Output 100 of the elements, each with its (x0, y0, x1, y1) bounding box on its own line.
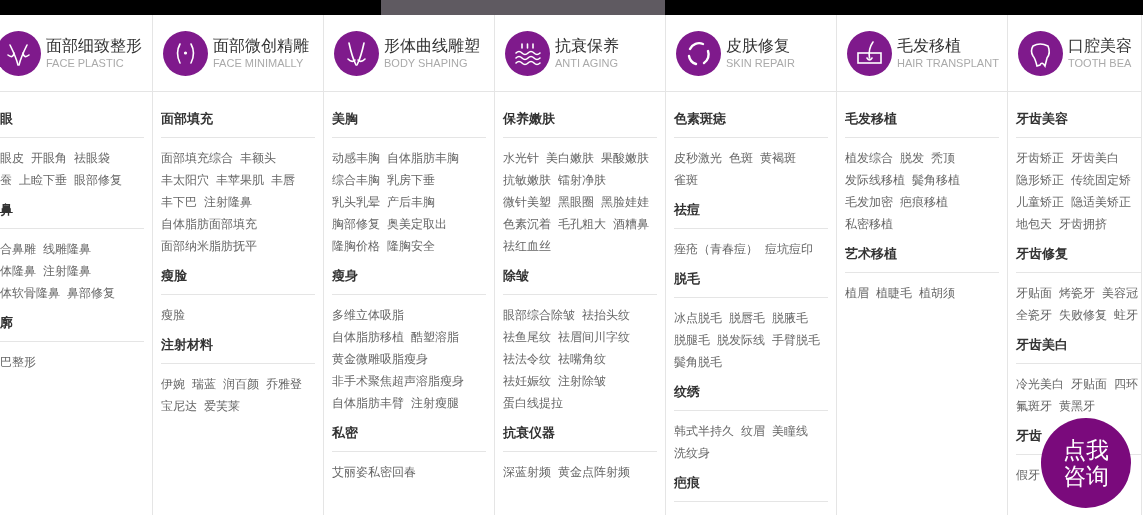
treatment-link[interactable]: 开眼角 (31, 149, 67, 167)
treatment-link[interactable]: 胸部修复 (332, 215, 380, 233)
treatment-link[interactable]: 隆胸价格 (332, 237, 380, 255)
treatment-link[interactable]: 色素沉着 (503, 215, 551, 233)
treatment-link[interactable]: 黄黑牙 (1059, 397, 1095, 415)
treatment-link[interactable]: 植睫毛 (876, 284, 912, 302)
treatment-link[interactable]: 自体脂肪面部填充 (161, 215, 257, 233)
treatment-link[interactable]: 祛抬头纹 (582, 306, 630, 324)
treatment-link[interactable]: 秃顶 (931, 149, 955, 167)
treatment-link[interactable]: 微针美塑 (503, 193, 551, 211)
treatment-link[interactable]: 酷塑溶脂 (411, 328, 459, 346)
treatment-link[interactable]: 脱唇毛 (729, 309, 765, 327)
treatment-link[interactable]: 祛法令纹 (503, 350, 551, 368)
category-icon[interactable] (334, 30, 379, 76)
treatment-link[interactable]: 全瓷牙 (1016, 306, 1052, 324)
treatment-link[interactable]: 乔雅登 (266, 375, 302, 393)
treatment-link[interactable]: 祛妊娠纹 (503, 372, 551, 390)
treatment-link[interactable]: 注射隆鼻 (204, 193, 252, 211)
treatment-link[interactable]: 体隆鼻 (0, 262, 36, 280)
treatment-link[interactable]: 植眉 (845, 284, 869, 302)
treatment-link[interactable]: 黑脸娃娃 (601, 193, 649, 211)
treatment-link[interactable]: 润百颜 (223, 375, 259, 393)
treatment-link[interactable]: 眼皮 (0, 149, 24, 167)
treatment-link[interactable]: 鬓角移植 (912, 171, 960, 189)
treatment-link[interactable]: 乳头乳晕 (332, 193, 380, 211)
treatment-link[interactable]: 水光针 (503, 149, 539, 167)
treatment-link[interactable]: 隐形矫正 (1016, 171, 1064, 189)
treatment-link[interactable]: 纹眉 (741, 422, 765, 440)
treatment-link[interactable]: 植胡须 (919, 284, 955, 302)
treatment-link[interactable]: 脱腿毛 (674, 331, 710, 349)
treatment-link[interactable]: 疤痕移植 (900, 193, 948, 211)
category-icon[interactable] (1018, 30, 1063, 76)
category-title[interactable]: 抗衰保养 (555, 35, 619, 56)
treatment-link[interactable]: 抗敏嫩肤 (503, 171, 551, 189)
treatment-link[interactable]: 眼部修复 (74, 171, 122, 189)
treatment-link[interactable]: 丰唇 (271, 171, 295, 189)
treatment-link[interactable]: 自体脂肪丰胸 (387, 149, 459, 167)
treatment-link[interactable]: 脱腋毛 (772, 309, 808, 327)
treatment-link[interactable]: 产后丰胸 (387, 193, 435, 211)
category-icon[interactable] (0, 30, 41, 76)
category-title[interactable]: 毛发移植 (897, 35, 999, 56)
treatment-link[interactable]: 鬓角脱毛 (674, 353, 722, 371)
treatment-link[interactable]: 伊婉 (161, 375, 185, 393)
treatment-link[interactable]: 氟斑牙 (1016, 397, 1052, 415)
treatment-link[interactable]: 镭射净肤 (558, 171, 606, 189)
treatment-link[interactable]: 合鼻雕 (0, 240, 36, 258)
treatment-link[interactable]: 宝尼达 (161, 397, 197, 415)
treatment-link[interactable]: 牙齿拥挤 (1059, 215, 1107, 233)
treatment-link[interactable]: 祛嘴角纹 (558, 350, 606, 368)
treatment-link[interactable]: 毛发加密 (845, 193, 893, 211)
treatment-link[interactable]: 祛眉间川字纹 (558, 328, 630, 346)
treatment-link[interactable]: 地包天 (1016, 215, 1052, 233)
treatment-link[interactable]: 脱发 (900, 149, 924, 167)
treatment-link[interactable]: 注射隆鼻 (43, 262, 91, 280)
treatment-link[interactable]: 综合丰胸 (332, 171, 380, 189)
treatment-link[interactable]: 发际线移植 (845, 171, 905, 189)
treatment-link[interactable]: 多维立体吸脂 (332, 306, 404, 324)
treatment-link[interactable]: 丰下巴 (161, 193, 197, 211)
category-icon[interactable] (676, 30, 721, 76)
treatment-link[interactable]: 儿童矫正 (1016, 193, 1064, 211)
treatment-link[interactable]: 牙贴面 (1071, 375, 1107, 393)
treatment-link[interactable]: 注射除皱 (558, 372, 606, 390)
treatment-link[interactable]: 酒糟鼻 (613, 215, 649, 233)
treatment-link[interactable]: 鼻部修复 (67, 284, 115, 302)
treatment-link[interactable]: 果酸嫩肤 (601, 149, 649, 167)
treatment-link[interactable]: 脱发际线 (717, 331, 765, 349)
treatment-link[interactable]: 韩式半持久 (674, 422, 734, 440)
treatment-link[interactable]: 美瞳线 (772, 422, 808, 440)
treatment-link[interactable]: 动感丰胸 (332, 149, 380, 167)
treatment-link[interactable]: 瘦脸 (161, 306, 185, 324)
treatment-link[interactable]: 自体脂肪移植 (332, 328, 404, 346)
category-title[interactable]: 皮肤修复 (726, 35, 795, 56)
treatment-link[interactable]: 手臂脱毛 (772, 331, 820, 349)
treatment-link[interactable]: 冷光美白 (1016, 375, 1064, 393)
treatment-link[interactable]: 痘坑痘印 (765, 240, 813, 258)
treatment-link[interactable]: 皮秒激光 (674, 149, 722, 167)
treatment-link[interactable]: 深蓝射频 (503, 463, 551, 481)
treatment-link[interactable]: 注射瘦腿 (411, 394, 459, 412)
treatment-link[interactable]: 体软骨隆鼻 (0, 284, 60, 302)
category-title[interactable]: 面部细致整形 (46, 35, 142, 56)
treatment-link[interactable]: 黄金微雕吸脂瘦身 (332, 350, 428, 368)
treatment-link[interactable]: 祛眼袋 (74, 149, 110, 167)
treatment-link[interactable]: 假牙 (1016, 466, 1040, 484)
consult-bubble[interactable]: 点我 咨询 (1041, 418, 1131, 508)
category-title[interactable]: 口腔美容 (1068, 35, 1132, 56)
treatment-link[interactable]: 四环 (1114, 375, 1138, 393)
treatment-link[interactable]: 线雕隆鼻 (43, 240, 91, 258)
treatment-link[interactable]: 私密移植 (845, 215, 893, 233)
treatment-link[interactable]: 眼部综合除皱 (503, 306, 575, 324)
treatment-link[interactable]: 乳房下垂 (387, 171, 435, 189)
treatment-link[interactable]: 非手术聚焦超声溶脂瘦身 (332, 372, 464, 390)
treatment-link[interactable]: 雀斑 (674, 171, 698, 189)
category-icon[interactable] (847, 30, 892, 76)
treatment-link[interactable]: 色斑 (729, 149, 753, 167)
treatment-link[interactable]: 传统固定矫 (1071, 171, 1131, 189)
treatment-link[interactable]: 美容冠 (1102, 284, 1138, 302)
treatment-link[interactable]: 艾丽姿私密回春 (332, 463, 416, 481)
treatment-link[interactable]: 冰点脱毛 (674, 309, 722, 327)
category-title[interactable]: 面部微创精雕 (213, 35, 309, 56)
category-icon[interactable] (163, 30, 208, 76)
